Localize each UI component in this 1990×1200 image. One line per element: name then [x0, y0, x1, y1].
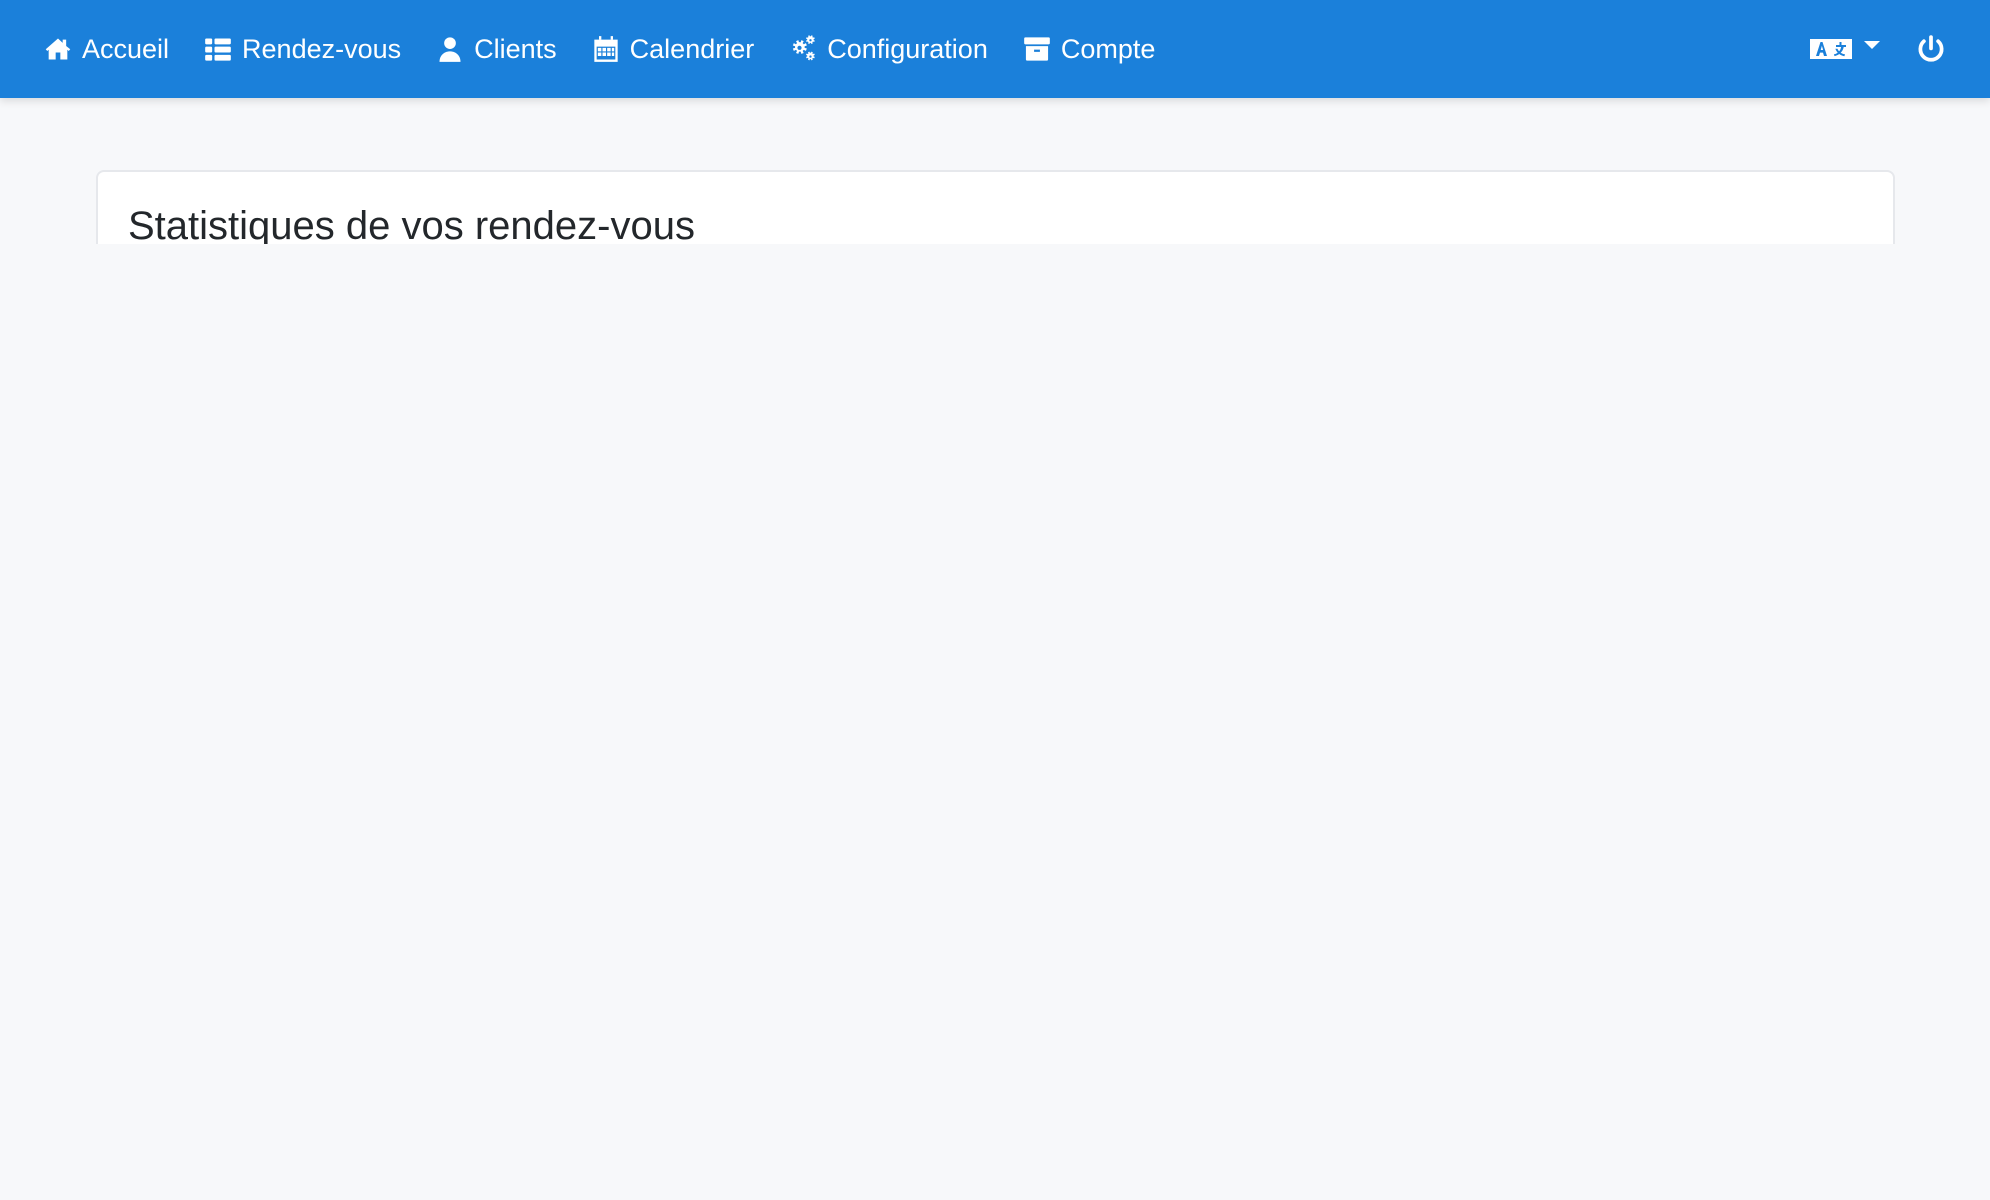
- list-icon: [204, 35, 232, 63]
- cogs-icon: [789, 35, 817, 63]
- nav-item-label: Accueil: [82, 33, 170, 64]
- top-navbar: Accueil Rendez-vous Clients Calendrier C…: [0, 0, 1990, 98]
- calendar-icon: [592, 35, 620, 63]
- user-icon: [436, 35, 464, 63]
- nav-item-label: Clients: [474, 33, 557, 64]
- language-dropdown[interactable]: [1810, 35, 1880, 63]
- nav-menu: Accueil Rendez-vous Clients Calendrier C…: [44, 0, 1190, 98]
- power-icon: [1916, 34, 1946, 64]
- nav-item-label: Calendrier: [629, 33, 755, 64]
- nav-item-clients[interactable]: Clients: [436, 0, 557, 98]
- archive-icon: [1023, 35, 1051, 63]
- chevron-down-icon: [1864, 41, 1880, 49]
- translate-icon: [1810, 35, 1852, 63]
- nav-item-rendez-vous[interactable]: Rendez-vous: [204, 0, 401, 98]
- nav-item-label: Compte: [1060, 33, 1156, 64]
- logout-button[interactable]: [1916, 34, 1946, 64]
- card-title: Statistiques de vos rendez-vous: [128, 204, 695, 244]
- nav-item-compte[interactable]: Compte: [1023, 0, 1156, 98]
- nav-item-configuration[interactable]: Configuration: [789, 0, 988, 98]
- nav-item-calendrier[interactable]: Calendrier: [592, 0, 755, 98]
- statistics-card: Statistiques de vos rendez-vous: [96, 170, 1895, 244]
- nav-item-label: Rendez-vous: [242, 33, 402, 64]
- nav-item-label: Configuration: [827, 33, 988, 64]
- nav-right-actions: [1810, 0, 1946, 98]
- nav-item-accueil[interactable]: Accueil: [44, 0, 169, 98]
- home-icon: [44, 35, 72, 63]
